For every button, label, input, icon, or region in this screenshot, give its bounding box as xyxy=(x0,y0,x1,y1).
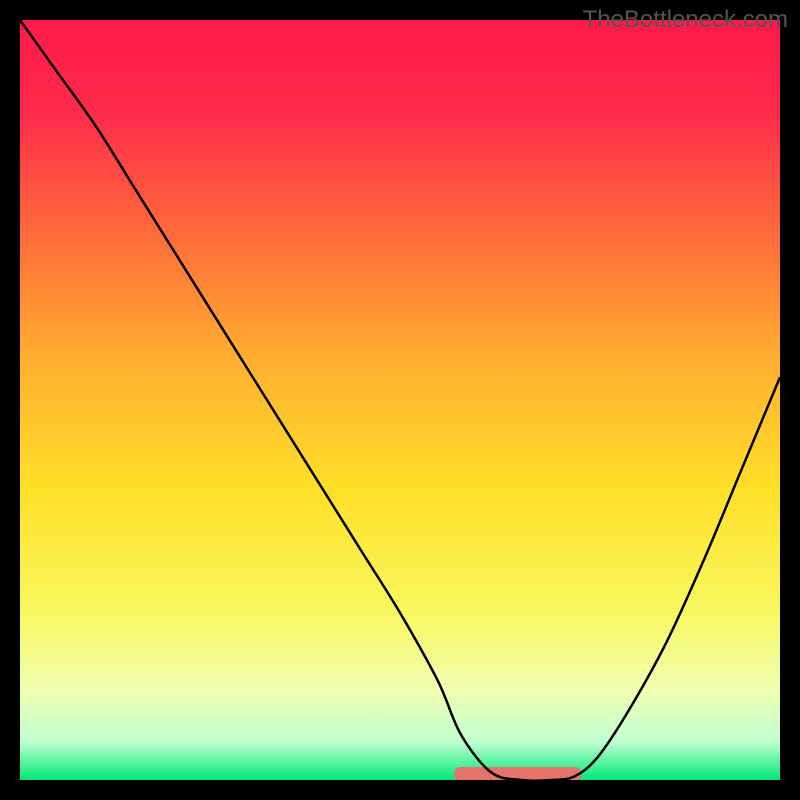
curve-layer xyxy=(20,20,780,780)
plot-area xyxy=(20,20,780,780)
watermark-text: TheBottleneck.com xyxy=(583,6,788,34)
bottleneck-curve xyxy=(20,20,780,780)
